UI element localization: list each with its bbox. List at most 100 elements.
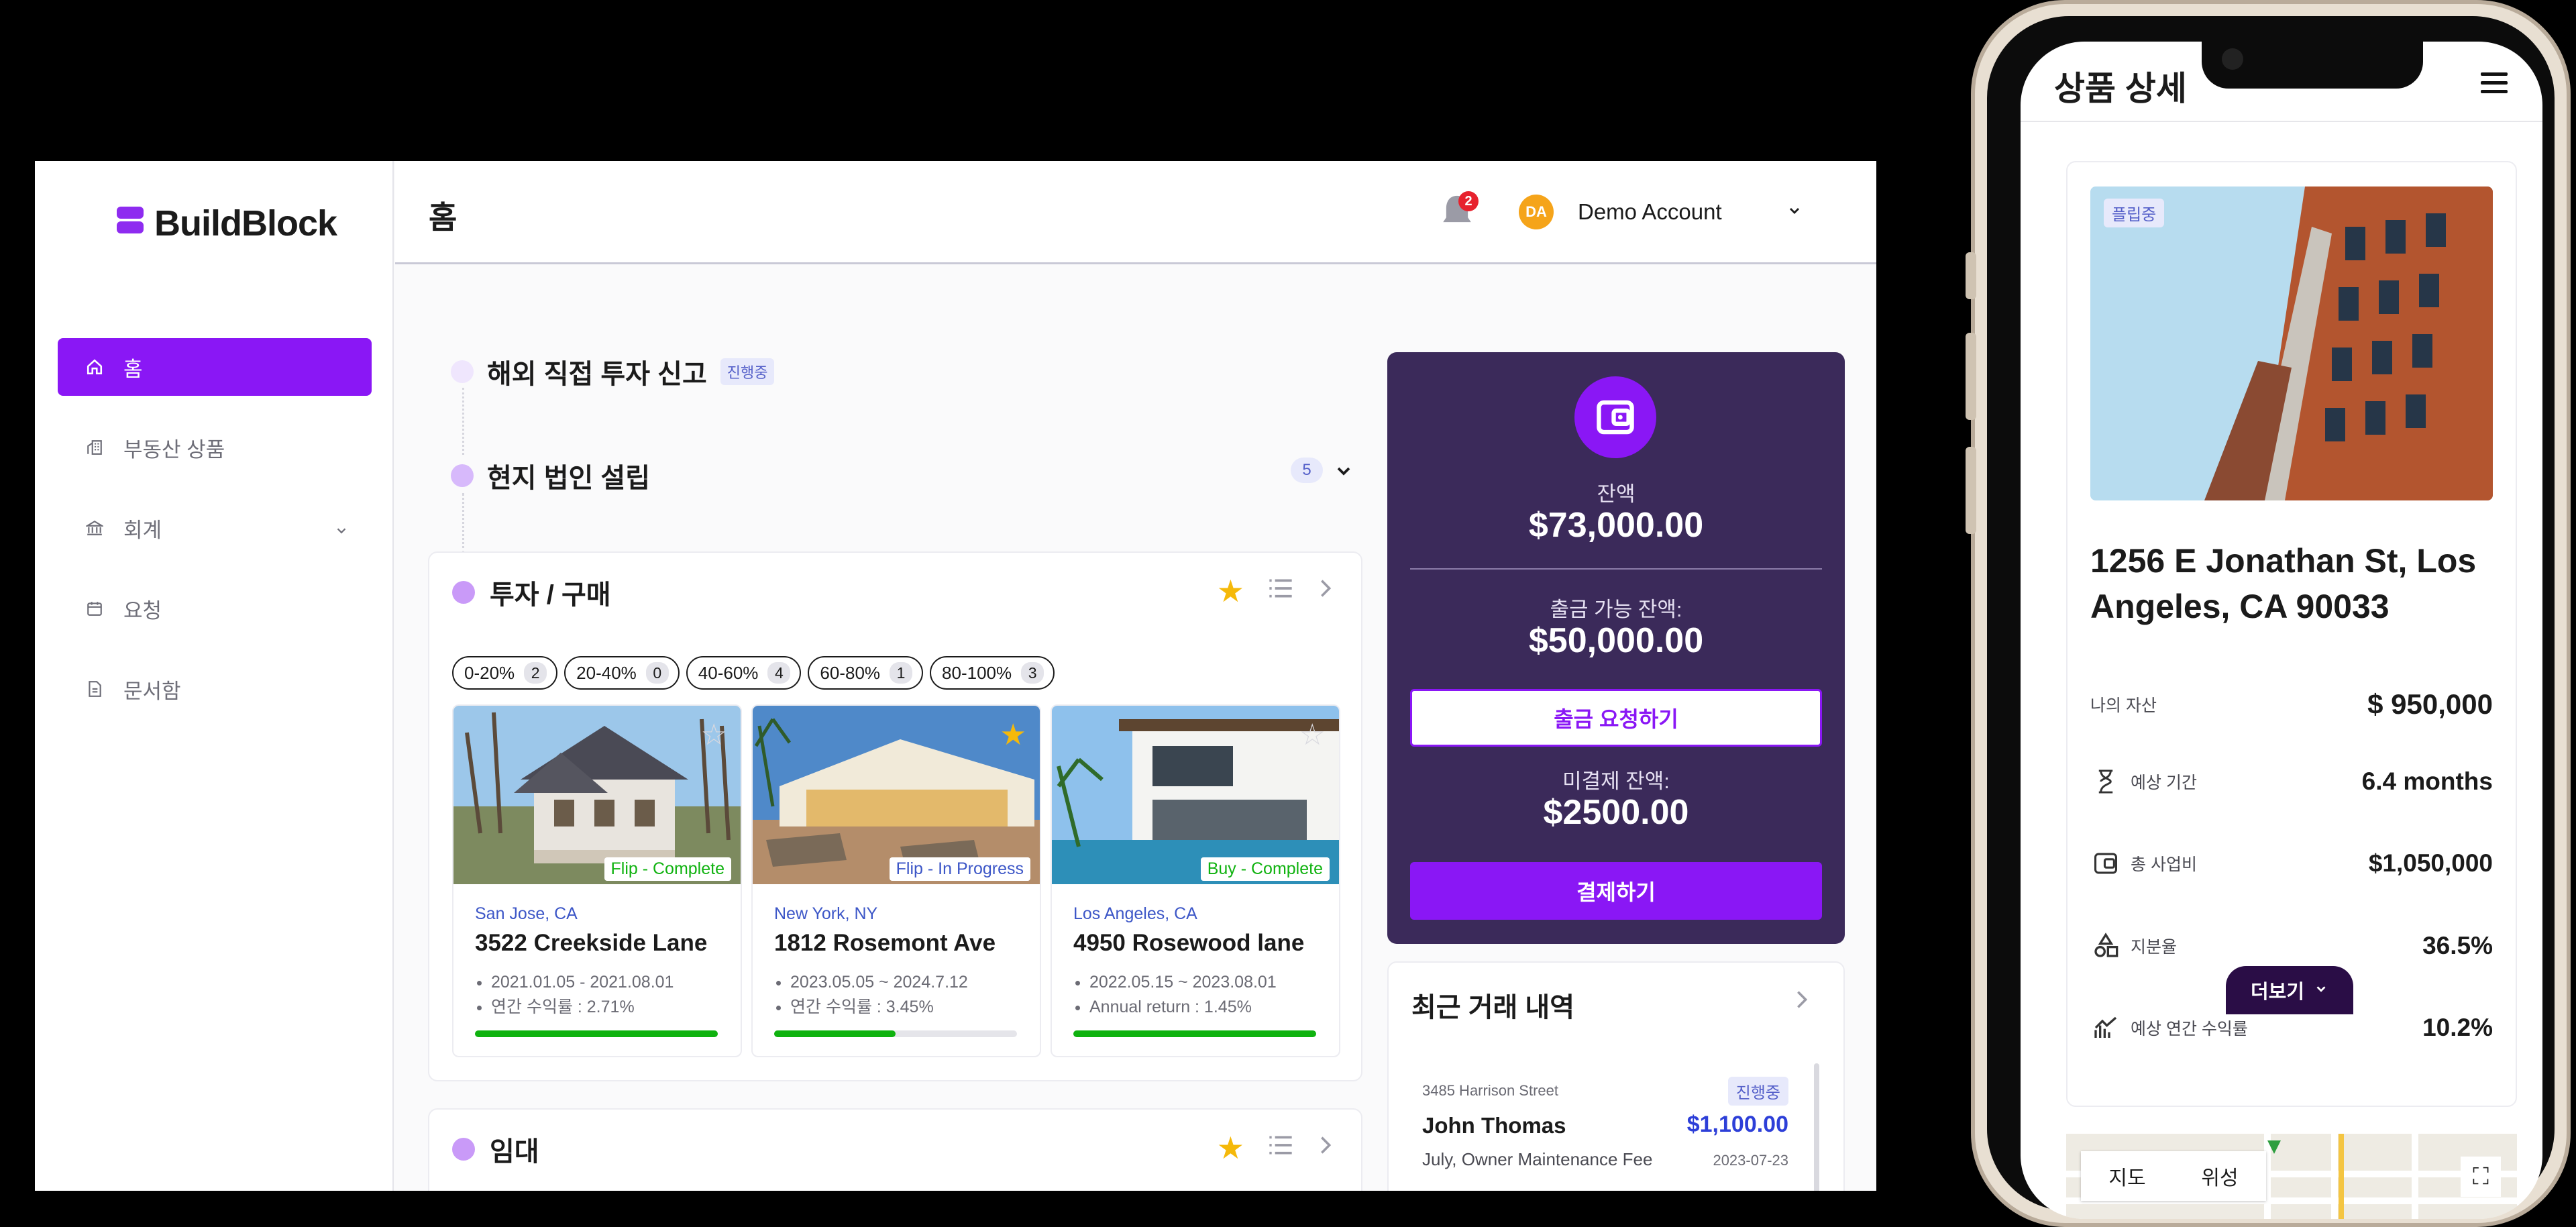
- chevron-right-icon[interactable]: [1794, 988, 1810, 1017]
- row-label: 지분율: [2131, 938, 2178, 957]
- list-icon[interactable]: [1267, 577, 1294, 606]
- step-connector: [462, 388, 464, 455]
- property-card[interactable]: ☆ Flip - Complete San Jose, CA 3522 Cree…: [452, 704, 742, 1057]
- property-period: 2022.05.15 ~ 2023.08.01: [1089, 970, 1277, 995]
- more-button[interactable]: 더보기: [2226, 966, 2353, 1014]
- step-overseas-investment[interactable]: 해외 직접 투자 신고 진행중: [451, 352, 775, 391]
- sidebar-item-label: 문서함: [123, 679, 181, 703]
- sidebar-item-accounting[interactable]: 회계: [58, 499, 372, 557]
- phone-bezel: 상품 상세 플립중 1256 E Jonathan St, Los Angele…: [1987, 16, 2555, 1219]
- star-icon[interactable]: ★: [1217, 1130, 1244, 1166]
- divider: [1410, 568, 1822, 570]
- star-outline-icon[interactable]: ☆: [701, 718, 727, 752]
- property-address: 1256 E Jonathan St, Los Angeles, CA 9003…: [2090, 542, 2477, 625]
- hamburger-menu-icon[interactable]: [2481, 72, 2508, 99]
- balance-panel: 잔액 $73,000.00 출금 가능 잔액: $50,000.00 출금 요청…: [1387, 352, 1845, 944]
- divider: [2021, 121, 2542, 122]
- step-local-corporation[interactable]: 현지 법인 설립: [451, 456, 650, 495]
- property-address: 4950 Rosewood lane: [1073, 930, 1305, 956]
- fullscreen-icon[interactable]: ⛶: [2461, 1157, 2501, 1197]
- filter-label: 80-100%: [942, 662, 1012, 683]
- calendar-icon: [86, 600, 103, 617]
- filter-label: 20-40%: [576, 662, 637, 683]
- section-dot: [452, 581, 475, 604]
- logo-text: BuildBlock: [154, 203, 337, 244]
- filter-chip[interactable]: 20-40% 0: [564, 656, 680, 690]
- row-value: $1,050,000: [2368, 849, 2493, 877]
- filter-chip[interactable]: 80-100% 3: [930, 656, 1055, 690]
- map-view[interactable]: 지도 위성 ⛶: [2066, 1134, 2517, 1219]
- progress-fill: [774, 1030, 896, 1037]
- satellite-tab[interactable]: 위성: [2174, 1161, 2266, 1191]
- filter-chip[interactable]: 60-80% 1: [808, 656, 924, 690]
- notification-button[interactable]: 2: [1438, 191, 1479, 231]
- filter-label: 40-60%: [698, 662, 759, 683]
- scrollbar[interactable]: [1814, 1063, 1819, 1191]
- section-actions: ★: [1217, 573, 1334, 609]
- more-label: 더보기: [2250, 981, 2305, 1003]
- top-bar: 홈 2 DA Demo Account: [395, 161, 1876, 264]
- logo[interactable]: BuildBlock: [115, 203, 337, 244]
- phone-mockup: 상품 상세 플립중 1256 E Jonathan St, Los Angele…: [1966, 0, 2571, 1227]
- property-card[interactable]: ☆ Buy - Complete Los Angeles, CA 4950 Ro…: [1051, 704, 1340, 1057]
- document-icon: [86, 680, 103, 698]
- row-value: 36.5%: [2422, 932, 2493, 959]
- property-return: 연간 수익률 : 2.71%: [491, 995, 674, 1020]
- sidebar-item-label: 회계: [123, 518, 162, 542]
- sidebar-item-documents[interactable]: 문서함: [58, 660, 372, 718]
- product-detail-card: 플립중 1256 E Jonathan St, Los Angeles, CA …: [2066, 161, 2517, 1107]
- filter-count: 4: [767, 662, 791, 684]
- sidebar-item-home[interactable]: 홈: [58, 338, 372, 396]
- status-tag: Flip - Complete: [604, 857, 731, 881]
- filter-label: 60-80%: [820, 662, 881, 683]
- sidebar-item-label: 부동산 상품: [123, 437, 225, 462]
- phone-side-button: [1966, 333, 1976, 420]
- pay-button[interactable]: 결제하기: [1410, 862, 1822, 920]
- list-icon[interactable]: [1267, 1134, 1294, 1163]
- sidebar: BuildBlock 홈 부동산 상품 회계 요청 문서함: [35, 161, 394, 1191]
- property-period: 2021.01.05 - 2021.08.01: [491, 970, 674, 995]
- chevron-right-icon[interactable]: [1317, 1134, 1334, 1163]
- row-label: 예상 연간 수익률: [2131, 1020, 2248, 1038]
- account-menu[interactable]: DA Demo Account: [1519, 195, 1803, 229]
- logo-mark-icon: [115, 205, 145, 242]
- property-return: Annual return : 1.45%: [1089, 995, 1277, 1020]
- filter-count: 1: [890, 662, 913, 684]
- filter-chip[interactable]: 0-20% 2: [452, 656, 558, 690]
- sidebar-item-real-estate[interactable]: 부동산 상품: [58, 419, 372, 476]
- property-card[interactable]: ★ Flip - In Progress New York, NY 1812 R…: [751, 704, 1041, 1057]
- detail-row: 지분율 36.5%: [2090, 926, 2493, 966]
- detail-row: 예상 기간 6.4 months: [2090, 761, 2493, 802]
- rent-card: 임대 ★: [428, 1108, 1362, 1191]
- property-city: New York, NY: [774, 904, 878, 923]
- chevron-down-icon[interactable]: [334, 519, 349, 543]
- sidebar-item-label: 홈: [123, 357, 143, 381]
- step-count-badge: 5: [1291, 458, 1323, 483]
- chevron-down-icon[interactable]: [1333, 460, 1354, 485]
- transaction-name[interactable]: John Thomas: [1422, 1113, 1566, 1138]
- property-city: Los Angeles, CA: [1073, 904, 1197, 923]
- phone-side-button: [1966, 252, 1976, 299]
- withdraw-request-button[interactable]: 출금 요청하기: [1410, 689, 1822, 747]
- row-value: $ 950,000: [2367, 688, 2493, 720]
- filter-label: 0-20%: [464, 662, 515, 683]
- row-label: 총 사업비: [2131, 855, 2197, 874]
- my-asset-row: 나의 자산 $ 950,000: [2090, 684, 2493, 725]
- chevron-right-icon[interactable]: [1317, 577, 1334, 606]
- mobile-page-title: 상품 상세: [2054, 70, 2187, 107]
- unpaid-value: $2500.00: [1543, 793, 1689, 832]
- progress-fill: [1073, 1030, 1316, 1037]
- range-filters: 0-20% 2 20-40% 0 40-60% 4 60-80% 1 80-100% 3: [452, 656, 1055, 690]
- filter-count: 2: [524, 662, 547, 684]
- detail-row: 총 사업비 $1,050,000: [2090, 843, 2493, 884]
- product-photo: 플립중: [2090, 186, 2493, 500]
- property-period: 2023.05.05 ~ 2024.7.12: [790, 970, 968, 995]
- star-outline-icon[interactable]: ☆: [1299, 718, 1326, 752]
- map-type-toggle: 지도 위성: [2081, 1151, 2266, 1201]
- star-icon[interactable]: ★: [1000, 718, 1026, 752]
- map-tab[interactable]: 지도: [2081, 1161, 2174, 1191]
- filter-chip[interactable]: 40-60% 4: [686, 656, 802, 690]
- star-icon[interactable]: ★: [1217, 573, 1244, 609]
- sidebar-item-requests[interactable]: 요청: [58, 580, 372, 637]
- chevron-down-icon[interactable]: [1786, 203, 1803, 222]
